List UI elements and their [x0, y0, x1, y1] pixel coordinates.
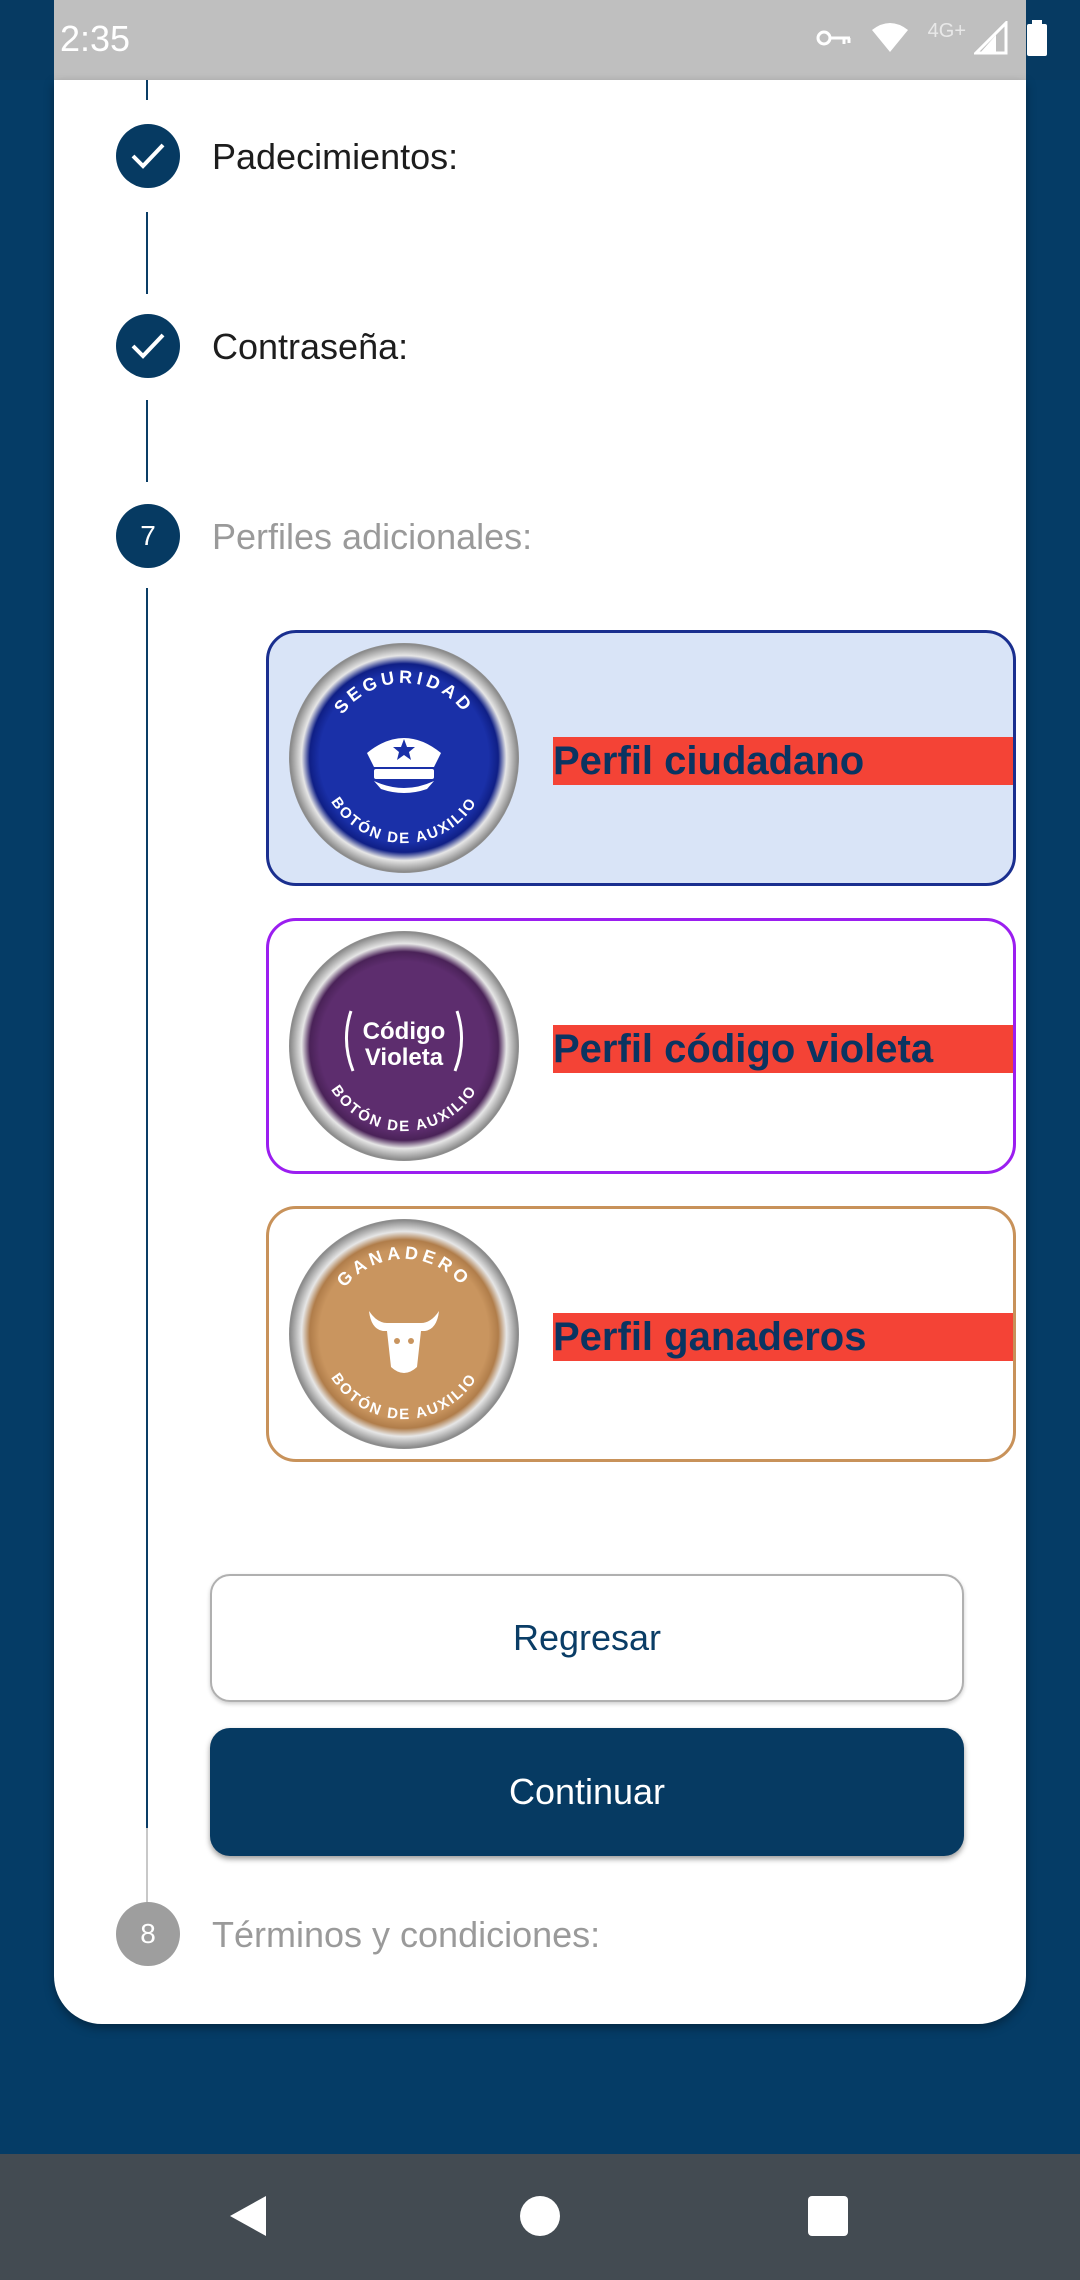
profile-card-ganaderos[interactable]: GANADERO BOTÓN DE AUXILIO Perfil ganader…: [266, 1206, 1016, 1462]
svg-text:GANADERO: GANADERO: [333, 1243, 476, 1291]
status-icons: 4G+: [816, 20, 1048, 56]
continue-button[interactable]: Continuar: [210, 1728, 964, 1856]
profile-label-ganaderos: Perfil ganaderos: [553, 1313, 1013, 1361]
badge-bottom-text: BOTÓN DE AUXILIO: [327, 1370, 478, 1423]
badge-ganadero-art: GANADERO BOTÓN DE AUXILIO: [327, 1243, 480, 1423]
profile-label-codigo-violeta: Perfil código violeta: [553, 1025, 1013, 1073]
battery-icon: [1026, 20, 1048, 56]
profile-label-ciudadano: Perfil ciudadano: [553, 737, 1013, 785]
recents-nav-icon[interactable]: [806, 2194, 850, 2238]
status-time: 2:35: [60, 18, 131, 59]
step-perfiles-label[interactable]: Perfiles adicionales:: [212, 516, 532, 558]
stepper-card: Padecimientos: Contraseña: 7 Perfiles ad…: [54, 80, 1026, 2024]
badge-ganadero: GANADERO BOTÓN DE AUXILIO: [289, 1219, 519, 1449]
step-contrasena-label[interactable]: Contraseña:: [212, 326, 408, 368]
step-8-number[interactable]: 8: [116, 1902, 180, 1966]
signal-icon: [974, 21, 1008, 55]
badge-center-line1: Código: [363, 1018, 446, 1045]
navigation-bar: [0, 2154, 1080, 2280]
cow-icon: [369, 1311, 439, 1373]
step-padecimientos-check[interactable]: [116, 124, 180, 188]
svg-text:BOTÓN DE AUXILIO: BOTÓN DE AUXILIO: [327, 1370, 480, 1423]
home-nav-icon[interactable]: [518, 2194, 562, 2238]
step-7-number[interactable]: 7: [116, 504, 180, 568]
police-cap-icon: [367, 738, 441, 793]
badge-top-text: GANADERO: [333, 1243, 472, 1291]
badge-seguridad: SEGURIDAD BOTÓN DE AUXILIO: [289, 643, 519, 873]
badge-bottom-text: BOTÓN DE AUXILIO: [327, 794, 478, 847]
badge-codigo-violeta-art: Código Violeta BOTÓN DE AUXILIO: [327, 1010, 480, 1135]
check-icon: [131, 333, 165, 359]
badge-top-text: SEGURIDAD: [330, 667, 474, 718]
badge-center-line2: Violeta: [365, 1044, 444, 1071]
key-icon: [816, 28, 852, 48]
svg-text:BOTÓN DE AUXILIO: BOTÓN DE AUXILIO: [327, 794, 480, 847]
wifi-icon: [870, 22, 910, 54]
connector-line: [146, 80, 148, 100]
svg-text:SEGURIDAD: SEGURIDAD: [330, 667, 478, 718]
back-nav-icon[interactable]: [226, 2194, 270, 2238]
check-icon: [131, 143, 165, 169]
status-bar: 2:35 4G+: [0, 0, 1080, 80]
profile-card-codigo-violeta[interactable]: Código Violeta BOTÓN DE AUXILIO Perfil c…: [266, 918, 1016, 1174]
step-padecimientos-label[interactable]: Padecimientos:: [212, 136, 458, 178]
connector-line: [146, 212, 148, 294]
step-contrasena-check[interactable]: [116, 314, 180, 378]
svg-text:BOTÓN DE AUXILIO: BOTÓN DE AUXILIO: [327, 1082, 480, 1135]
profile-card-ciudadano[interactable]: SEGURIDAD BOTÓN DE AUXILIO Perfil ciudad…: [266, 630, 1016, 886]
badge-bottom-text: BOTÓN DE AUXILIO: [327, 1082, 478, 1135]
connector-line: [146, 400, 148, 482]
network-type: 4G+: [927, 19, 966, 42]
connector-line: [146, 588, 148, 1828]
back-button[interactable]: Regresar: [210, 1574, 964, 1702]
badge-codigo-violeta: Código Violeta BOTÓN DE AUXILIO: [289, 931, 519, 1161]
step-terminos-label[interactable]: Términos y condiciones:: [212, 1914, 600, 1956]
badge-seguridad-art: SEGURIDAD BOTÓN DE AUXILIO: [327, 667, 480, 847]
